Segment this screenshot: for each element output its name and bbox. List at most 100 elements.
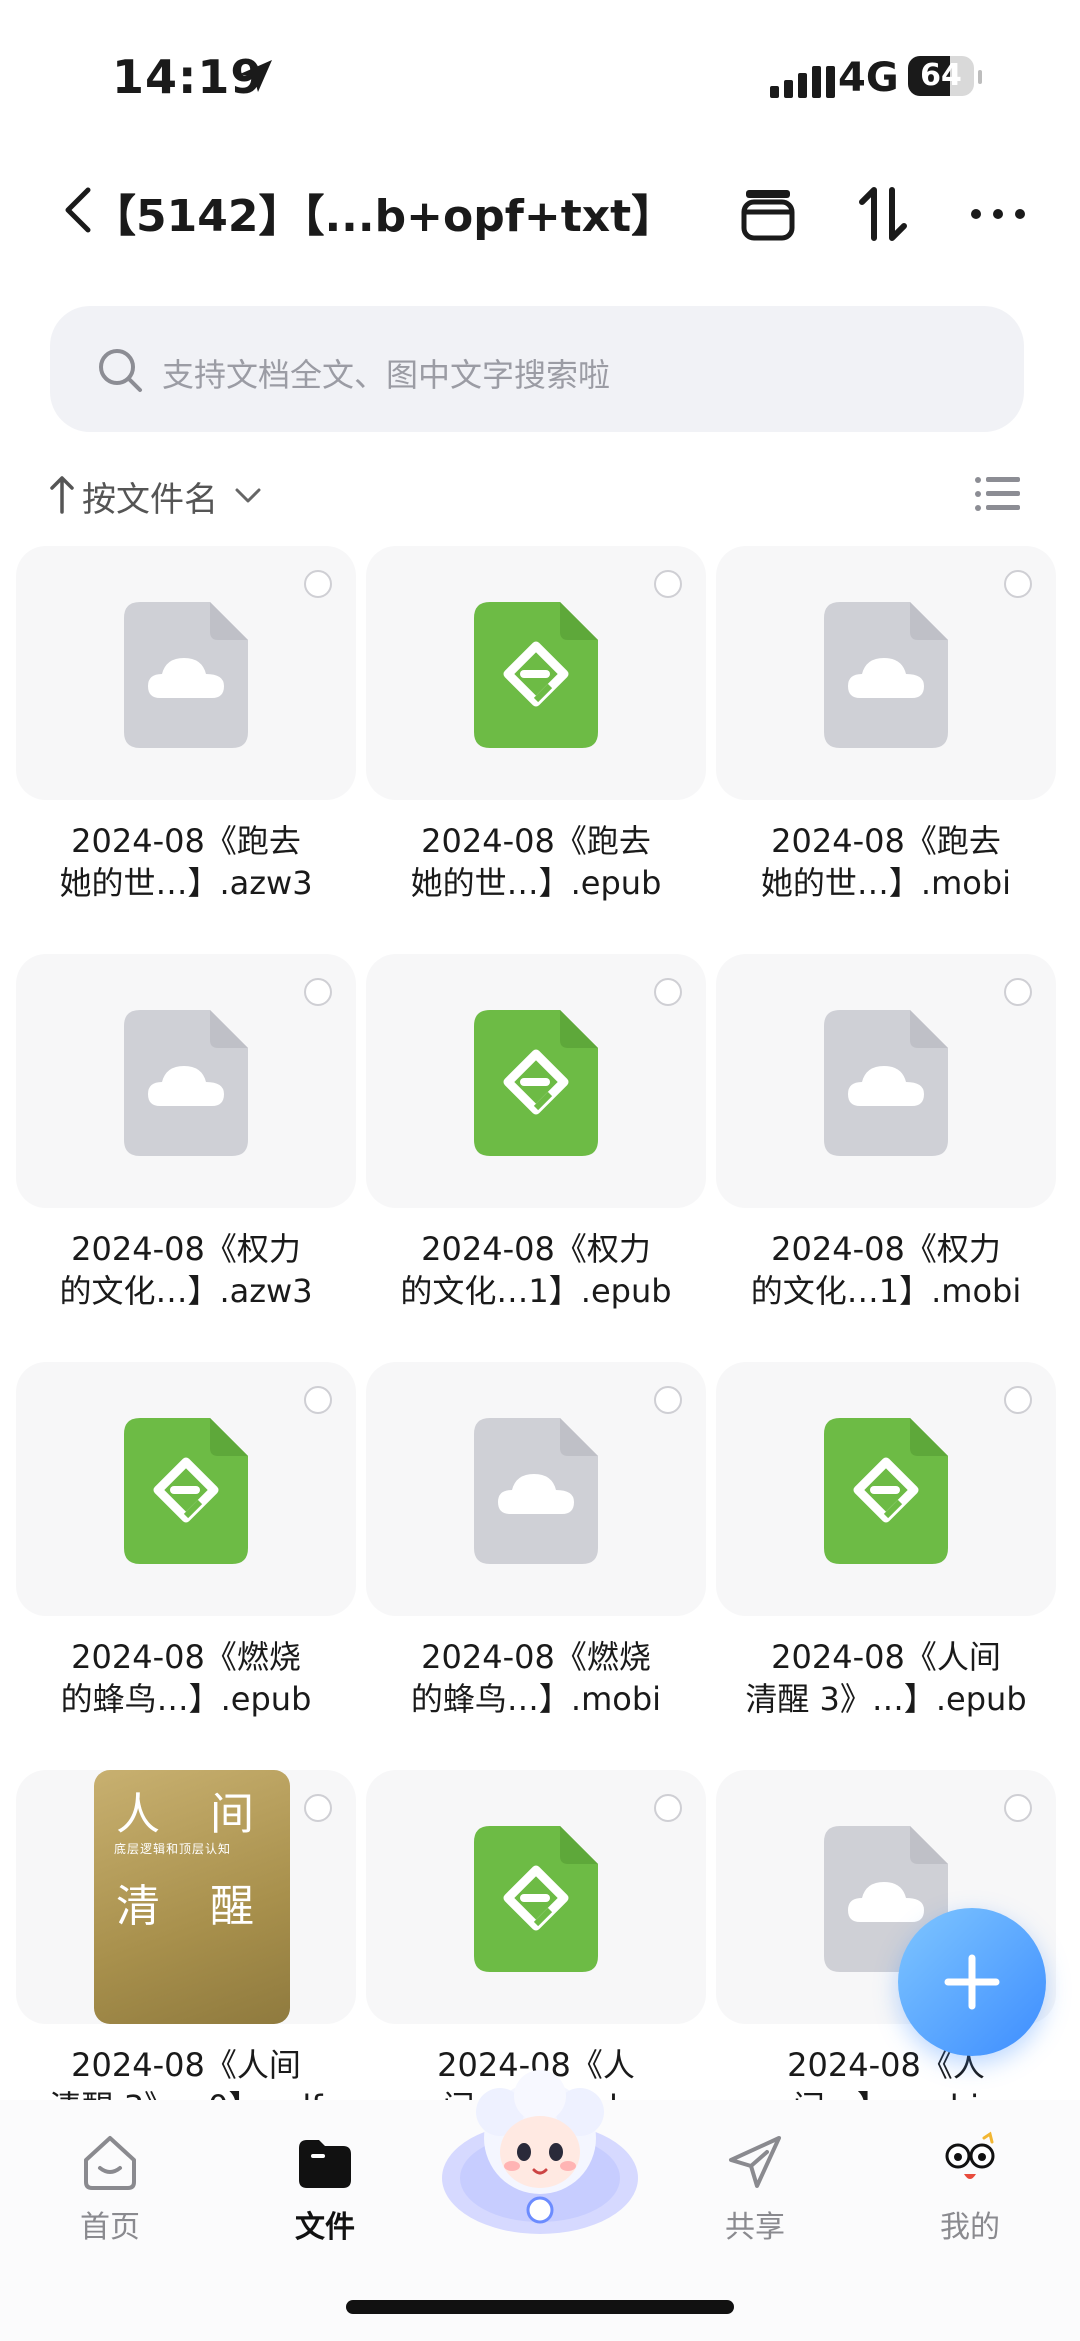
select-radio[interactable] [1004,1386,1032,1414]
file-thumbnail[interactable] [16,546,356,800]
file-thumbnail[interactable]: 人间底层逻辑和顶层认知清醒 [16,1770,356,2024]
add-button[interactable] [898,1908,1046,2056]
send-icon [729,2136,781,2188]
file-item[interactable]: 2024-08《跑去 她的世…】.mobi [716,546,1056,946]
select-radio[interactable] [654,1794,682,1822]
file-name-line1: 2024-08《燃烧 [71,1638,301,1676]
nav-bar: 【5142】【...b+opf+txt】 [0,160,1080,270]
file-item[interactable]: 2024-08《人间 清醒 3》…】.epub [716,1362,1056,1762]
select-radio[interactable] [1004,1794,1032,1822]
file-thumbnail[interactable] [16,1362,356,1616]
battery-icon: 64 [908,56,982,100]
file-name: 2024-08《权力 的文化…1】.mobi [716,1228,1056,1312]
sort-label[interactable]: 按文件名 [82,472,218,521]
file-name-line2: 的文化…】.azw3 [59,1272,313,1310]
status-bar: 14:19 4G 64 [0,0,1080,150]
file-name-line2: 的蜂鸟…】.mobi [410,1680,662,1718]
file-thumbnail[interactable] [366,1362,706,1616]
cloud-file-icon [474,1418,598,1564]
file-item[interactable]: 2024-08《燃烧 的蜂鸟…】.mobi [366,1362,706,1762]
search-icon [99,349,142,392]
select-radio[interactable] [1004,978,1032,1006]
file-name-line1: 2024-08《权力 [421,1230,651,1268]
file-item[interactable]: 2024-08《权力 的文化…】.azw3 [16,954,356,1354]
file-name-line2: 她的世…】.azw3 [59,864,313,902]
select-radio[interactable] [304,1794,332,1822]
tab-home-label: 首页 [80,2210,140,2245]
file-name-line1: 2024-08《跑去 [771,822,1001,860]
file-thumbnail[interactable] [716,546,1056,800]
file-name-line1: 2024-08《权力 [71,1230,301,1268]
file-name: 2024-08《跑去 她的世…】.mobi [716,820,1056,904]
file-thumbnail[interactable] [716,1362,1056,1616]
sort-row: 按文件名 [50,470,1030,520]
file-name: 2024-08《权力 的文化…1】.epub [366,1228,706,1312]
select-radio[interactable] [304,570,332,598]
cloud-file-icon [124,602,248,748]
tab-files[interactable]: 文件 [250,2130,400,2270]
search-bar[interactable]: 支持文档全文、图中文字搜索啦 [50,306,1024,432]
file-item[interactable]: 2024-08《跑去 她的世…】.azw3 [16,546,356,946]
cover-title-char: 人 [116,1789,160,1840]
more-icon[interactable] [966,182,1030,246]
cover-title-char: 醒 [210,1881,254,1932]
book-cover-thumbnail: 人间底层逻辑和顶层认知清醒 [94,1770,290,2024]
cloud-file-icon [824,1010,948,1156]
location-arrow-icon [240,60,272,92]
epub-icon [824,1418,948,1564]
file-name: 2024-08《燃烧 的蜂鸟…】.epub [16,1636,356,1720]
file-name: 2024-08《跑去 她的世…】.azw3 [16,820,356,904]
cloud-file-icon [124,1010,248,1156]
tab-profile[interactable]: 我的 [895,2130,1045,2270]
file-name-line1: 2024-08《燃烧 [421,1638,651,1676]
file-name: 2024-08《人间 清醒 3》…】.epub [716,1636,1056,1720]
file-name: 2024-08《燃烧 的蜂鸟…】.mobi [366,1636,706,1720]
epub-icon [474,1010,598,1156]
file-name-line2: 她的世…】.mobi [760,864,1012,902]
file-thumbnail[interactable] [366,546,706,800]
folder-icon [299,2140,351,2188]
select-radio[interactable] [654,570,682,598]
select-radio[interactable] [304,1386,332,1414]
file-name-line2: 清醒 3》…】.epub [745,1680,1027,1718]
plus-icon [944,1954,1000,2010]
file-name-line1: 2024-08《跑去 [421,822,651,860]
file-name: 2024-08《跑去 她的世…】.epub [366,820,706,904]
cover-subtitle: 底层逻辑和顶层认知 [114,1842,232,1856]
file-name: 2024-08《人间清醒 3》…0】.pdf [16,2044,356,2106]
tab-share[interactable]: 共享 [680,2130,830,2270]
tab-home[interactable]: 首页 [35,2130,185,2270]
epub-icon [474,1826,598,1972]
file-item[interactable]: 2024-08《权力 的文化…1】.mobi [716,954,1056,1354]
select-radio[interactable] [654,1386,682,1414]
battery-level: 64 [920,58,962,93]
file-name: 2024-08《人间…】.mobi [716,2044,1056,2106]
file-thumbnail[interactable] [16,954,356,1208]
file-thumbnail[interactable] [366,954,706,1208]
network-type: 4G [838,55,899,101]
sort-icon[interactable] [852,182,916,246]
tab-profile-label: 我的 [940,2210,1000,2245]
file-thumbnail[interactable] [366,1770,706,2024]
profile-icon [945,2131,995,2179]
file-item[interactable]: 2024-08《人间…】.epub [366,1770,706,2106]
chevron-down-icon[interactable] [234,486,262,506]
epub-icon [474,602,598,748]
select-radio[interactable] [654,978,682,1006]
select-radio[interactable] [1004,570,1032,598]
cloud-file-icon [824,602,948,748]
home-indicator [346,2300,734,2314]
file-item[interactable]: 2024-08《跑去 她的世…】.epub [366,546,706,946]
list-view-icon[interactable] [974,474,1022,514]
file-item[interactable]: 2024-08《燃烧 的蜂鸟…】.epub [16,1362,356,1762]
file-thumbnail[interactable] [716,954,1056,1208]
mascot-icon[interactable] [440,2060,640,2240]
file-grid: 2024-08《跑去 她的世…】.azw3 2024-08《跑去 她的世…】.epub… [0,546,1080,2106]
file-item[interactable]: 2024-08《权力 的文化…1】.epub [366,954,706,1354]
file-item[interactable]: 人间底层逻辑和顶层认知清醒 2024-08《人间清醒 3》…0】.pdf [16,1770,356,2106]
select-radio[interactable] [304,978,332,1006]
home-icon [84,2136,136,2190]
archive-icon[interactable] [736,182,800,246]
file-name-line2: 的文化…1】.epub [400,1272,672,1310]
tab-files-label: 文件 [295,2210,355,2245]
